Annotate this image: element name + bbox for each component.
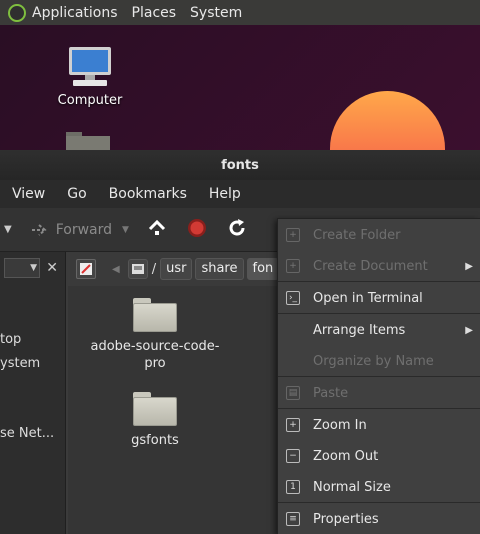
path-crumb-usr[interactable]: usr <box>160 258 193 280</box>
menu-item-label: Properties <box>313 511 379 527</box>
file-item[interactable]: gsfonts <box>90 392 220 449</box>
menu-separator <box>278 502 480 503</box>
menu-go[interactable]: Go <box>67 186 86 202</box>
panel-menu-places[interactable]: Places <box>132 5 177 21</box>
menu-item-open-in-terminal[interactable]: ›_ Open in Terminal <box>278 284 480 312</box>
menu-item-create-folder[interactable]: + Create Folder <box>278 221 480 249</box>
window-menubar: View Go Bookmarks Help <box>0 180 480 208</box>
menu-view[interactable]: View <box>12 186 45 202</box>
sidebar-selector[interactable]: ▼ ✕ <box>0 256 62 280</box>
panel-menu-system[interactable]: System <box>190 5 242 21</box>
file-name-line: adobe-source-code- <box>90 339 220 354</box>
menu-item-properties[interactable]: ≡ Properties <box>278 505 480 533</box>
menu-item-label: Arrange Items <box>313 322 406 338</box>
desktop-icon-label: Computer <box>57 93 123 108</box>
menu-item-label: Zoom Out <box>313 448 379 464</box>
reload-icon <box>229 218 245 235</box>
file-name-line: gsfonts <box>131 433 179 448</box>
forward-label: Forward <box>55 221 113 238</box>
desktop: Computer <box>0 25 480 231</box>
sidebar-item-desktop[interactable]: top <box>0 332 21 347</box>
edit-location-button[interactable] <box>76 259 96 279</box>
path-scroll-left-icon[interactable]: ◀ <box>112 264 120 275</box>
paste-icon: ▤ <box>286 386 300 400</box>
submenu-arrow-icon: ▶ <box>465 260 473 272</box>
forward-button[interactable]: Forward <box>30 222 112 238</box>
edit-pencil-icon <box>80 263 92 275</box>
menu-item-label: Zoom In <box>313 417 367 433</box>
window-title: fonts <box>221 157 259 173</box>
folder-icon <box>133 298 177 332</box>
folder-icon <box>133 392 177 426</box>
stop-button[interactable] <box>187 218 207 242</box>
path-separator: / <box>151 261 157 277</box>
normal-size-icon: 1 <box>286 480 300 494</box>
up-button[interactable] <box>147 218 167 242</box>
menu-separator <box>278 281 480 282</box>
menu-item-label: Create Folder <box>313 227 401 243</box>
forward-arrow-icon <box>31 223 47 236</box>
menu-item-label: Create Document <box>313 258 428 274</box>
menu-separator <box>278 376 480 377</box>
computer-icon <box>69 47 111 86</box>
submenu-arrow-icon: ▶ <box>465 324 473 336</box>
menu-separator <box>278 313 480 314</box>
panel-menu-applications[interactable]: Applications <box>32 5 118 21</box>
properties-icon: ≡ <box>286 512 300 526</box>
stop-icon <box>187 218 206 237</box>
menu-item-arrange-items[interactable]: Arrange Items ▶ <box>278 316 480 344</box>
menu-item-normal-size[interactable]: 1 Normal Size <box>278 473 480 501</box>
menu-bookmarks[interactable]: Bookmarks <box>109 186 187 202</box>
file-item[interactable]: adobe-source-code- pro <box>90 298 220 372</box>
desktop-icon-computer[interactable]: Computer <box>56 45 124 108</box>
zoom-out-icon: − <box>286 449 300 463</box>
menu-item-zoom-out[interactable]: − Zoom Out <box>278 442 480 470</box>
menu-item-label: Normal Size <box>313 479 391 495</box>
window-titlebar[interactable]: fonts <box>0 150 480 180</box>
sidebar-item-network[interactable]: se Net... <box>0 426 54 441</box>
menu-help[interactable]: Help <box>209 186 241 202</box>
path-crumb-fonts[interactable]: fon <box>246 258 280 280</box>
terminal-icon: ›_ <box>286 291 300 305</box>
drive-icon <box>131 264 144 274</box>
menu-item-label: Open in Terminal <box>313 290 423 306</box>
menu-item-label: Paste <box>313 385 349 401</box>
menu-item-label: Organize by Name <box>313 353 434 369</box>
distro-logo-icon[interactable] <box>8 3 26 22</box>
menu-item-paste[interactable]: ▤ Paste <box>278 379 480 407</box>
file-name-line: pro <box>144 356 166 371</box>
menu-separator <box>278 408 480 409</box>
desktop-icon-folder[interactable] <box>66 130 110 152</box>
zoom-in-icon: + <box>286 418 300 432</box>
reload-button[interactable] <box>227 218 247 242</box>
sidebar: ▼ ✕ top ystem se Net... <box>0 252 66 534</box>
sidebar-item-filesystem[interactable]: ystem <box>0 356 40 371</box>
sidebar-dropdown-icon[interactable]: ▼ <box>4 258 40 278</box>
folder-icon <box>66 132 110 152</box>
top-panel: Applications Places System <box>0 0 480 25</box>
menu-item-zoom-in[interactable]: + Zoom In <box>278 411 480 439</box>
context-menu: + Create Folder + Create Document ▶ ›_ O… <box>277 218 480 534</box>
up-arrow-icon <box>148 219 165 235</box>
path-crumb-share[interactable]: share <box>195 258 244 280</box>
new-folder-icon: + <box>286 228 300 242</box>
back-dropdown-icon[interactable]: ▼ <box>4 224 12 235</box>
new-document-icon: + <box>286 259 300 273</box>
menu-item-organize-by-name[interactable]: Organize by Name <box>278 347 480 375</box>
path-root-button[interactable] <box>127 259 148 279</box>
forward-dropdown-icon[interactable]: ▼ <box>122 225 129 235</box>
sidebar-close-icon[interactable]: ✕ <box>46 260 58 276</box>
menu-item-create-document[interactable]: + Create Document ▶ <box>278 252 480 280</box>
